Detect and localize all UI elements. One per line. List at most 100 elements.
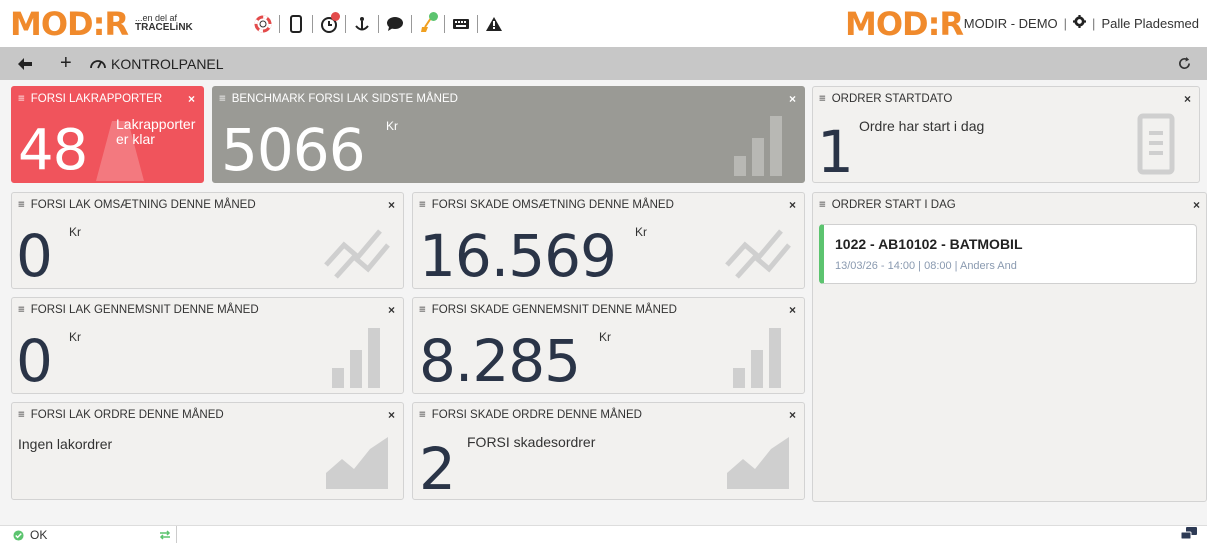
phone-icon[interactable]	[282, 13, 310, 35]
widget-value: 1	[817, 118, 854, 183]
widget-header: ≡ FORSI LAKRAPPORTER	[18, 93, 162, 105]
plus-icon[interactable]: +	[60, 47, 72, 80]
close-icon[interactable]: ×	[388, 408, 395, 422]
widget-header: ≡ BENCHMARK FORSI LAK SIDSTE MÅNED	[219, 93, 458, 105]
order-meta: 13/03/26 - 14:00 | 08:00 | Anders And	[835, 260, 1017, 272]
gauge-icon	[90, 58, 106, 69]
status-ok[interactable]: OK	[13, 528, 47, 542]
widget-lak-ordre[interactable]: ≡ FORSI LAK ORDRE DENNE MÅNED × Ingen lak…	[11, 402, 404, 500]
user-name[interactable]: Palle Pladesmed	[1101, 16, 1199, 31]
order-card[interactable]: 1022 - AB10102 - BATMOBIL 13/03/26 - 14:…	[819, 224, 1197, 284]
close-icon[interactable]: ×	[789, 92, 796, 106]
refresh-icon[interactable]	[1178, 47, 1191, 80]
close-icon[interactable]: ×	[789, 303, 796, 317]
toolbar-separator	[477, 15, 478, 33]
chat-icon[interactable]	[381, 13, 409, 35]
status-dot	[429, 12, 438, 21]
widget-ordrer-start-i-dag[interactable]: ≡ ORDRER START I DAG × 1022 - AB10102 - B…	[812, 192, 1207, 502]
widget-title: FORSI LAK ORDRE DENNE MÅNED	[30, 409, 224, 421]
keyboard-icon[interactable]	[447, 13, 475, 35]
widget-title: BENCHMARK FORSI LAK SIDSTE MÅNED	[231, 93, 458, 105]
widget-header: ≡ FORSI SKADE OMSÆTNING DENNE MÅNED	[419, 199, 674, 211]
widget-header: ≡ FORSI SKADE GENNEMSNIT DENNE MÅNED	[419, 304, 677, 316]
close-icon[interactable]: ×	[188, 92, 195, 106]
menu-icon[interactable]: ≡	[419, 199, 426, 211]
widget-unit: Kr	[635, 225, 647, 239]
close-icon[interactable]: ×	[388, 303, 395, 317]
chat-bubbles-icon[interactable]	[1180, 527, 1197, 544]
widget-value: 5066	[221, 116, 366, 183]
widget-title: FORSI SKADE ORDRE DENNE MÅNED	[431, 409, 642, 421]
menu-icon[interactable]: ≡	[18, 199, 25, 211]
bar-chart-icon	[733, 328, 781, 388]
toolbar-separator	[345, 15, 346, 33]
toolbar-separator	[312, 15, 313, 33]
modir-logo[interactable]: MOD:R	[10, 8, 129, 40]
widget-lak-gennemsnit[interactable]: ≡ FORSI LAK GENNEMSNIT DENNE MÅNED × 0 Kr	[11, 297, 404, 394]
close-icon[interactable]: ×	[388, 198, 395, 212]
widget-text-line1: Lakrapporter	[116, 116, 196, 132]
widget-header: ≡ FORSI LAK GENNEMSNIT DENNE MÅNED	[18, 304, 259, 316]
close-icon[interactable]: ×	[789, 198, 796, 212]
menu-icon[interactable]: ≡	[419, 304, 426, 316]
close-icon[interactable]: ×	[1193, 198, 1200, 212]
check-circle-icon	[13, 529, 24, 541]
widget-skade-ordre[interactable]: ≡ FORSI SKADE ORDRE DENNE MÅNED × 2 FORSI…	[412, 402, 805, 500]
widget-value: 8.285	[419, 327, 581, 394]
widget-header: ≡ FORSI LAK OMSÆTNING DENNE MÅNED	[18, 199, 256, 211]
area-chart-icon	[326, 437, 388, 489]
document-icon	[1137, 113, 1175, 175]
menu-icon[interactable]: ≡	[219, 93, 226, 105]
widget-unit: Kr	[386, 119, 398, 133]
widget-header: ≡ ORDRER START I DAG	[819, 199, 956, 211]
transfer-icon[interactable]	[159, 529, 171, 543]
status-divider	[176, 526, 177, 543]
widget-header: ≡ ORDRER STARTDATO	[819, 93, 952, 105]
logo-sub-line2: TRACELiNK	[135, 22, 193, 33]
toolbar-icons	[249, 12, 508, 36]
page-title: KONTROLPANEL	[111, 55, 224, 72]
widget-value: 0	[16, 222, 53, 289]
widget-lak-omsaetning[interactable]: ≡ FORSI LAK OMSÆTNING DENNE MÅNED × 0 Kr	[11, 192, 404, 289]
modir-logo-right: MOD:R	[845, 5, 964, 43]
company-name[interactable]: MODIR - DEMO	[964, 16, 1058, 31]
widget-skade-gennemsnit[interactable]: ≡ FORSI SKADE GENNEMSNIT DENNE MÅNED × 8.…	[412, 297, 805, 394]
widget-title: FORSI SKADE GENNEMSNIT DENNE MÅNED	[431, 304, 677, 316]
dashboard-area: ≡ FORSI LAKRAPPORTER × 48 Lakrapporter er…	[0, 80, 1207, 525]
widget-skade-omsaetning[interactable]: ≡ FORSI SKADE OMSÆTNING DENNE MÅNED × 16.…	[412, 192, 805, 289]
widget-unit: Kr	[69, 225, 81, 239]
nav-bar: + KONTROLPANEL	[0, 47, 1207, 80]
toolbar-separator	[444, 15, 445, 33]
menu-icon[interactable]: ≡	[18, 93, 25, 105]
lifebuoy-icon[interactable]	[249, 13, 277, 35]
menu-icon[interactable]: ≡	[419, 409, 426, 421]
widget-text-line2: er klar	[116, 131, 155, 147]
menu-icon[interactable]: ≡	[819, 93, 826, 105]
top-bar: MOD:R ...en del af TRACELiNK MOD:R MODIR…	[0, 0, 1207, 47]
broom-icon[interactable]	[414, 12, 442, 35]
widget-benchmark[interactable]: ≡ BENCHMARK FORSI LAK SIDSTE MÅNED × 5066…	[212, 86, 805, 183]
area-chart-icon	[727, 437, 789, 489]
widget-ordrer-startdato[interactable]: ≡ ORDRER STARTDATO × 1 Ordre har start i …	[812, 86, 1200, 183]
menu-icon[interactable]: ≡	[18, 409, 25, 421]
warning-icon[interactable]	[480, 13, 508, 35]
widget-title: FORSI LAK GENNEMSNIT DENNE MÅNED	[30, 304, 259, 316]
anchor-icon[interactable]	[348, 13, 376, 35]
back-arrow-icon[interactable]	[18, 47, 32, 80]
clock-icon[interactable]	[315, 12, 343, 35]
close-icon[interactable]: ×	[789, 408, 796, 422]
toolbar-separator	[378, 15, 379, 33]
widget-title: FORSI SKADE OMSÆTNING DENNE MÅNED	[431, 199, 674, 211]
toolbar-separator	[279, 15, 280, 33]
gear-icon[interactable]	[1073, 15, 1087, 31]
widget-value: 48	[18, 118, 88, 183]
widget-value: 16.569	[419, 222, 617, 289]
close-icon[interactable]: ×	[1184, 92, 1191, 106]
nav-dashboard[interactable]: KONTROLPANEL	[90, 47, 224, 80]
widget-text: Lakrapporter er klar	[116, 117, 195, 147]
menu-icon[interactable]: ≡	[819, 199, 826, 211]
menu-icon[interactable]: ≡	[18, 304, 25, 316]
widget-lak-rapporter[interactable]: ≡ FORSI LAKRAPPORTER × 48 Lakrapporter er…	[11, 86, 204, 183]
widget-title: ORDRER START I DAG	[831, 199, 956, 211]
notification-dot	[331, 12, 340, 21]
